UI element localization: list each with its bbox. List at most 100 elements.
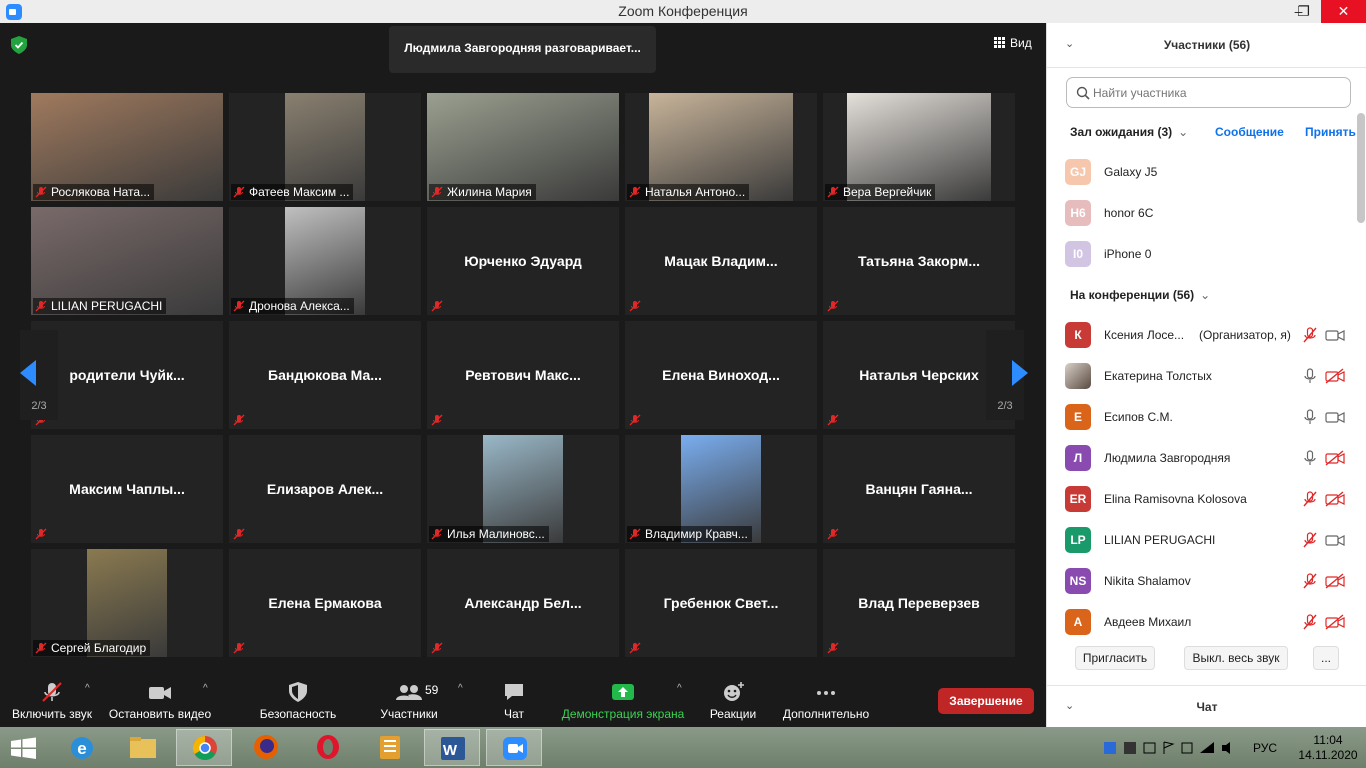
taskbar-chrome[interactable] xyxy=(176,729,232,766)
participant-search[interactable] xyxy=(1066,77,1351,108)
participants-caret[interactable]: ^ xyxy=(458,683,463,694)
security-button[interactable]: Безопасность xyxy=(258,681,338,721)
mic-muted-icon[interactable] xyxy=(1302,532,1318,548)
video-tile[interactable]: Илья Малиновс... xyxy=(427,435,619,543)
taskbar-explorer[interactable] xyxy=(115,729,171,766)
participant-row[interactable]: Е Есипов С.М. xyxy=(1047,396,1357,437)
video-tile[interactable]: Фатеев Максим ... xyxy=(229,93,421,201)
taskbar-zoom[interactable] xyxy=(486,729,542,766)
video-tile[interactable]: Вера Вергейчик xyxy=(823,93,1015,201)
video-icon[interactable] xyxy=(1325,327,1345,343)
video-tile[interactable]: Владимир Кравч... xyxy=(625,435,817,543)
video-tile[interactable]: Александр Бел... xyxy=(427,549,619,657)
participant-row[interactable]: К Ксения Лосе... (Организатор, я) xyxy=(1047,314,1357,355)
participant-row[interactable]: А Авдеев Михаил xyxy=(1047,601,1357,642)
taskbar-opera[interactable] xyxy=(300,729,356,766)
video-tile[interactable]: родители Чуйк... xyxy=(31,321,223,429)
reactions-button[interactable]: Реакции xyxy=(708,681,758,721)
participant-row[interactable]: NS Nikita Shalamov xyxy=(1047,560,1357,601)
video-tile[interactable]: Максим Чаплы... xyxy=(31,435,223,543)
participants-count: 59 xyxy=(425,683,439,697)
video-tile[interactable]: Юрченко Эдуард xyxy=(427,207,619,315)
video-tile[interactable]: Влад Переверзев xyxy=(823,549,1015,657)
participant-name: Гребенюк Свет... xyxy=(663,595,779,611)
search-input[interactable] xyxy=(1093,84,1343,102)
language-indicator[interactable]: РУС xyxy=(1253,741,1277,768)
video-tile[interactable]: Гребенюк Свет... xyxy=(625,549,817,657)
system-tray-icons[interactable] xyxy=(1104,741,1244,768)
waiting-participant[interactable]: H6 honor 6C xyxy=(1047,192,1357,233)
panel-scrollbar[interactable] xyxy=(1357,113,1365,223)
video-off-icon[interactable] xyxy=(1325,368,1345,384)
mic-icon[interactable] xyxy=(1302,368,1318,384)
panel-more-button[interactable]: ... xyxy=(1313,646,1339,670)
video-tile[interactable]: Бандюкова Ма... xyxy=(229,321,421,429)
taskbar-clock[interactable]: 11:04 14.11.2020 xyxy=(1292,733,1364,763)
invite-button[interactable]: Пригласить xyxy=(1075,646,1155,670)
security-shield-icon[interactable] xyxy=(11,36,27,54)
waiting-participant[interactable]: I0 iPhone 0 xyxy=(1047,233,1357,274)
taskbar-firefox[interactable] xyxy=(238,729,294,766)
mic-muted-icon[interactable] xyxy=(1302,327,1318,343)
prev-page-button[interactable]: 2/3 xyxy=(20,330,58,420)
mic-muted-icon[interactable] xyxy=(1302,491,1318,507)
mic-muted-icon xyxy=(629,299,641,312)
message-button[interactable]: Сообщение xyxy=(1215,125,1284,139)
mic-muted-icon[interactable] xyxy=(1302,573,1318,589)
stop-video-button[interactable]: Остановить видео xyxy=(108,681,212,721)
end-meeting-button[interactable]: Завершение xyxy=(938,688,1034,714)
video-tile[interactable]: Ревтович Макс... xyxy=(427,321,619,429)
video-tile[interactable]: Елена Ермакова xyxy=(229,549,421,657)
video-off-icon[interactable] xyxy=(1325,450,1345,466)
video-tile[interactable]: Татьяна Закорм... xyxy=(823,207,1015,315)
share-screen-button[interactable]: Демонстрация экрана xyxy=(561,681,685,721)
unmute-button[interactable]: Включить звук xyxy=(10,681,94,721)
audio-options-caret[interactable]: ^ xyxy=(85,683,90,694)
next-page-button[interactable]: 2/3 xyxy=(986,330,1028,420)
mute-all-button[interactable]: Выкл. весь звук xyxy=(1184,646,1288,670)
admit-button[interactable]: Принять xyxy=(1305,125,1356,139)
participant-row[interactable]: ER Elina Ramisovna Kolosova xyxy=(1047,478,1357,519)
share-options-caret[interactable]: ^ xyxy=(677,683,682,694)
video-tile[interactable]: Жилина Мария xyxy=(427,93,619,201)
avatar: I0 xyxy=(1065,241,1091,267)
participant-row[interactable]: Л Людмила Завгородняя xyxy=(1047,437,1357,478)
participant-row[interactable]: Екатерина Толстых xyxy=(1047,355,1357,396)
video-off-icon[interactable] xyxy=(1325,614,1345,630)
video-options-caret[interactable]: ^ xyxy=(203,683,208,694)
mic-muted-icon xyxy=(35,527,47,540)
video-tile[interactable]: Мацак Владим... xyxy=(625,207,817,315)
mic-muted-icon[interactable] xyxy=(1302,614,1318,630)
video-tile[interactable]: Наталья Антоно... xyxy=(625,93,817,201)
video-tile[interactable]: Ванцян Гаяна... xyxy=(823,435,1015,543)
taskbar-ie[interactable]: e xyxy=(54,729,110,766)
windows-start-icon[interactable] xyxy=(10,737,38,759)
video-icon[interactable] xyxy=(1325,409,1345,425)
maximize-button[interactable]: ❐ xyxy=(1281,0,1326,23)
participant-row[interactable]: LP LILIAN PERUGACHI xyxy=(1047,519,1357,560)
chat-button[interactable]: Чат xyxy=(496,681,532,721)
mic-muted-icon xyxy=(431,641,443,654)
participants-icon xyxy=(396,685,422,700)
video-tile[interactable]: LILIAN PERUGACHI xyxy=(31,207,223,315)
video-tile[interactable]: Елена Виноход... xyxy=(625,321,817,429)
view-button[interactable]: Вид xyxy=(994,35,1032,50)
word-icon: W xyxy=(441,737,465,760)
mic-icon[interactable] xyxy=(1302,409,1318,425)
video-tile[interactable]: Дронова Алекса... xyxy=(229,207,421,315)
video-icon[interactable] xyxy=(1325,532,1345,548)
mic-icon[interactable] xyxy=(1302,450,1318,466)
waiting-room-header[interactable]: Зал ожидания (3) ⌄ xyxy=(1070,125,1188,139)
video-tile[interactable]: Сергей Благодир xyxy=(31,549,223,657)
mic-muted-icon xyxy=(431,299,443,312)
in-meeting-header[interactable]: На конференции (56) ⌄ xyxy=(1070,288,1210,302)
video-off-icon[interactable] xyxy=(1325,573,1345,589)
taskbar-word[interactable]: W xyxy=(424,729,480,766)
waiting-participant[interactable]: GJ Galaxy J5 xyxy=(1047,151,1357,192)
video-off-icon[interactable] xyxy=(1325,491,1345,507)
close-button[interactable]: ✕ xyxy=(1321,0,1366,23)
video-tile[interactable]: Рослякова Ната... xyxy=(31,93,223,201)
more-button[interactable]: Дополнительно xyxy=(780,681,872,721)
taskbar-app[interactable] xyxy=(362,729,418,766)
video-tile[interactable]: Елизаров Алек... xyxy=(229,435,421,543)
